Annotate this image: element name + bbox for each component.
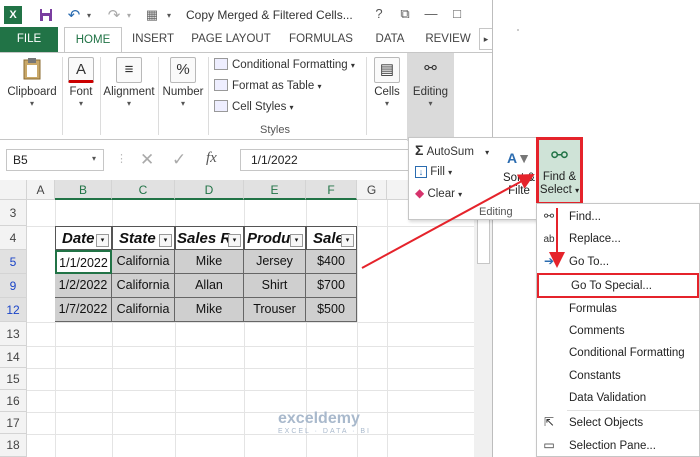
arrow-to-find-select [361,174,535,269]
annotation-arrows [361,174,565,269]
watermark-name: exceldemy [278,410,360,427]
watermark-tagline: EXCEL · DATA · BI [278,428,371,435]
watermark-logo: exceldemy EXCEL · DATA · BI [278,410,371,435]
